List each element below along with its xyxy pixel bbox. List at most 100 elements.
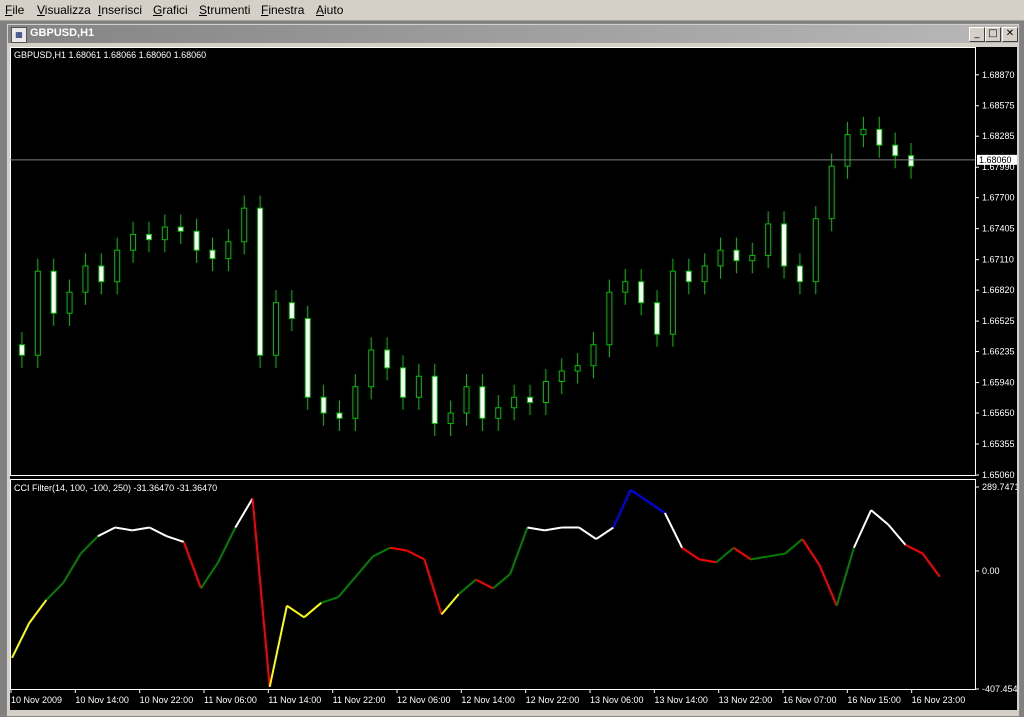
- close-button[interactable]: ✕: [1002, 27, 1018, 42]
- candle-body: [765, 223, 772, 256]
- cci-segment: [527, 526, 545, 532]
- cci-segment: [132, 526, 150, 532]
- candle-body: [272, 302, 279, 356]
- menu-grafici[interactable]: Grafici: [153, 3, 188, 17]
- candle-body: [542, 381, 549, 404]
- candle-body: [860, 128, 867, 136]
- cci-segment: [97, 526, 116, 538]
- time-axis-label: 16 Nov 23:00: [912, 695, 966, 705]
- price-axis-label: 1.65060: [982, 470, 1015, 480]
- candle-body: [669, 270, 676, 335]
- cci-segment: [733, 546, 752, 561]
- time-axis-label: 10 Nov 14:00: [75, 695, 129, 705]
- cci-segment: [801, 538, 821, 566]
- price-axis-label: 1.65355: [982, 439, 1015, 449]
- time-axis-label: 16 Nov 15:00: [847, 695, 901, 705]
- time-axis-label: 12 Nov 06:00: [397, 695, 451, 705]
- cci-segment: [234, 498, 254, 528]
- cci-segment: [303, 602, 322, 619]
- candle-body: [241, 207, 248, 243]
- candle-body: [34, 270, 41, 356]
- candle-body: [892, 144, 899, 157]
- time-axis-label: 12 Nov 22:00: [526, 695, 580, 705]
- cci-segment: [699, 558, 717, 564]
- cci-segment: [440, 593, 460, 616]
- candle-body: [447, 412, 454, 425]
- cci-segment: [149, 526, 168, 538]
- cci-segment: [887, 523, 907, 546]
- price-panel-header: GBPUSD,H1 1.68061 1.68066 1.68060 1.6806…: [14, 50, 206, 60]
- cci-segment: [664, 512, 683, 549]
- current-price-label: 1.68060: [979, 155, 1012, 165]
- menu-bar: File Visualizza Inserisci Grafici Strume…: [0, 0, 1024, 21]
- cci-segment: [423, 559, 443, 615]
- menu-aiuto[interactable]: Aiuto: [316, 3, 343, 17]
- time-axis-label: 10 Nov 22:00: [140, 695, 194, 705]
- price-panel-frame: [10, 47, 976, 476]
- candle-body: [352, 386, 359, 419]
- candle-body: [479, 386, 486, 419]
- candle-body: [638, 281, 645, 304]
- candle-body: [288, 302, 295, 319]
- time-axis-label: 13 Nov 06:00: [590, 695, 644, 705]
- candle-body: [606, 291, 613, 346]
- menu-visualizza[interactable]: Visualizza: [37, 3, 91, 17]
- price-axis-label: 1.68870: [982, 70, 1015, 80]
- candle-body: [654, 302, 661, 335]
- candle-body: [701, 265, 708, 283]
- cci-segment: [251, 498, 271, 687]
- indicator-panel-header: CCI Filter(14, 100, -100, 250) -31.36470…: [14, 483, 217, 493]
- restore-button[interactable]: □: [985, 27, 1001, 42]
- time-axis-label: 11 Nov 06:00: [204, 695, 257, 705]
- candle-body: [574, 365, 581, 372]
- cci-segment: [268, 605, 288, 688]
- indicator-axis-label: 0.00: [982, 566, 1000, 576]
- time-axis-label: 11 Nov 14:00: [268, 695, 321, 705]
- candle-body: [193, 230, 200, 251]
- time-axis-label: 11 Nov 22:00: [333, 695, 386, 705]
- price-axis-label: 1.66235: [982, 347, 1015, 357]
- cci-segment: [11, 622, 31, 659]
- candle-body: [812, 218, 819, 283]
- candle-body: [98, 265, 105, 283]
- cci-segment: [629, 488, 649, 503]
- cci-segment: [286, 604, 305, 619]
- cci-segment: [595, 526, 614, 540]
- candle-body: [66, 291, 73, 314]
- cci-segment: [114, 526, 133, 532]
- cci-segment: [544, 526, 562, 532]
- cci-segment: [406, 549, 425, 561]
- cci-segment: [852, 509, 873, 549]
- cci-segment: [921, 552, 941, 578]
- candle-body: [161, 226, 168, 241]
- indicator-axis-label: -407.454: [982, 684, 1017, 694]
- menu-strumenti[interactable]: Strumenti: [199, 3, 250, 17]
- cci-segment: [45, 581, 65, 601]
- cci-segment: [715, 547, 735, 564]
- candle-body: [257, 207, 264, 356]
- menu-inserisci[interactable]: Inserisci: [98, 3, 142, 17]
- candle-body: [511, 396, 518, 409]
- cci-segment: [475, 578, 494, 590]
- menu-file[interactable]: File: [5, 3, 24, 17]
- candle-body: [463, 386, 470, 414]
- cci-segment: [182, 541, 202, 589]
- candle-body: [527, 396, 534, 404]
- time-axis-label: 12 Nov 14:00: [461, 695, 515, 705]
- candle-body: [558, 370, 565, 383]
- candle-body: [431, 375, 438, 425]
- cci-segment: [166, 535, 185, 543]
- price-axis-label: 1.68285: [982, 131, 1015, 141]
- chart-canvas[interactable]: 1.68870 1.68575 1.68285 1.67990 1.67700 1.674…: [10, 47, 1017, 710]
- candle-body: [114, 249, 121, 283]
- cci-segment: [458, 578, 477, 595]
- indicator-axis-label: 289.7471: [982, 482, 1017, 492]
- candle-body: [304, 317, 311, 398]
- menu-finestra[interactable]: Finestra: [261, 3, 304, 17]
- cci-segment: [905, 543, 924, 555]
- candle-body: [876, 128, 883, 146]
- candle-body: [685, 270, 692, 283]
- minimize-button[interactable]: _: [969, 27, 985, 42]
- window-titlebar[interactable]: ▦ GBPUSD,H1 _ □ ✕: [8, 25, 1018, 43]
- cci-segment: [62, 553, 82, 584]
